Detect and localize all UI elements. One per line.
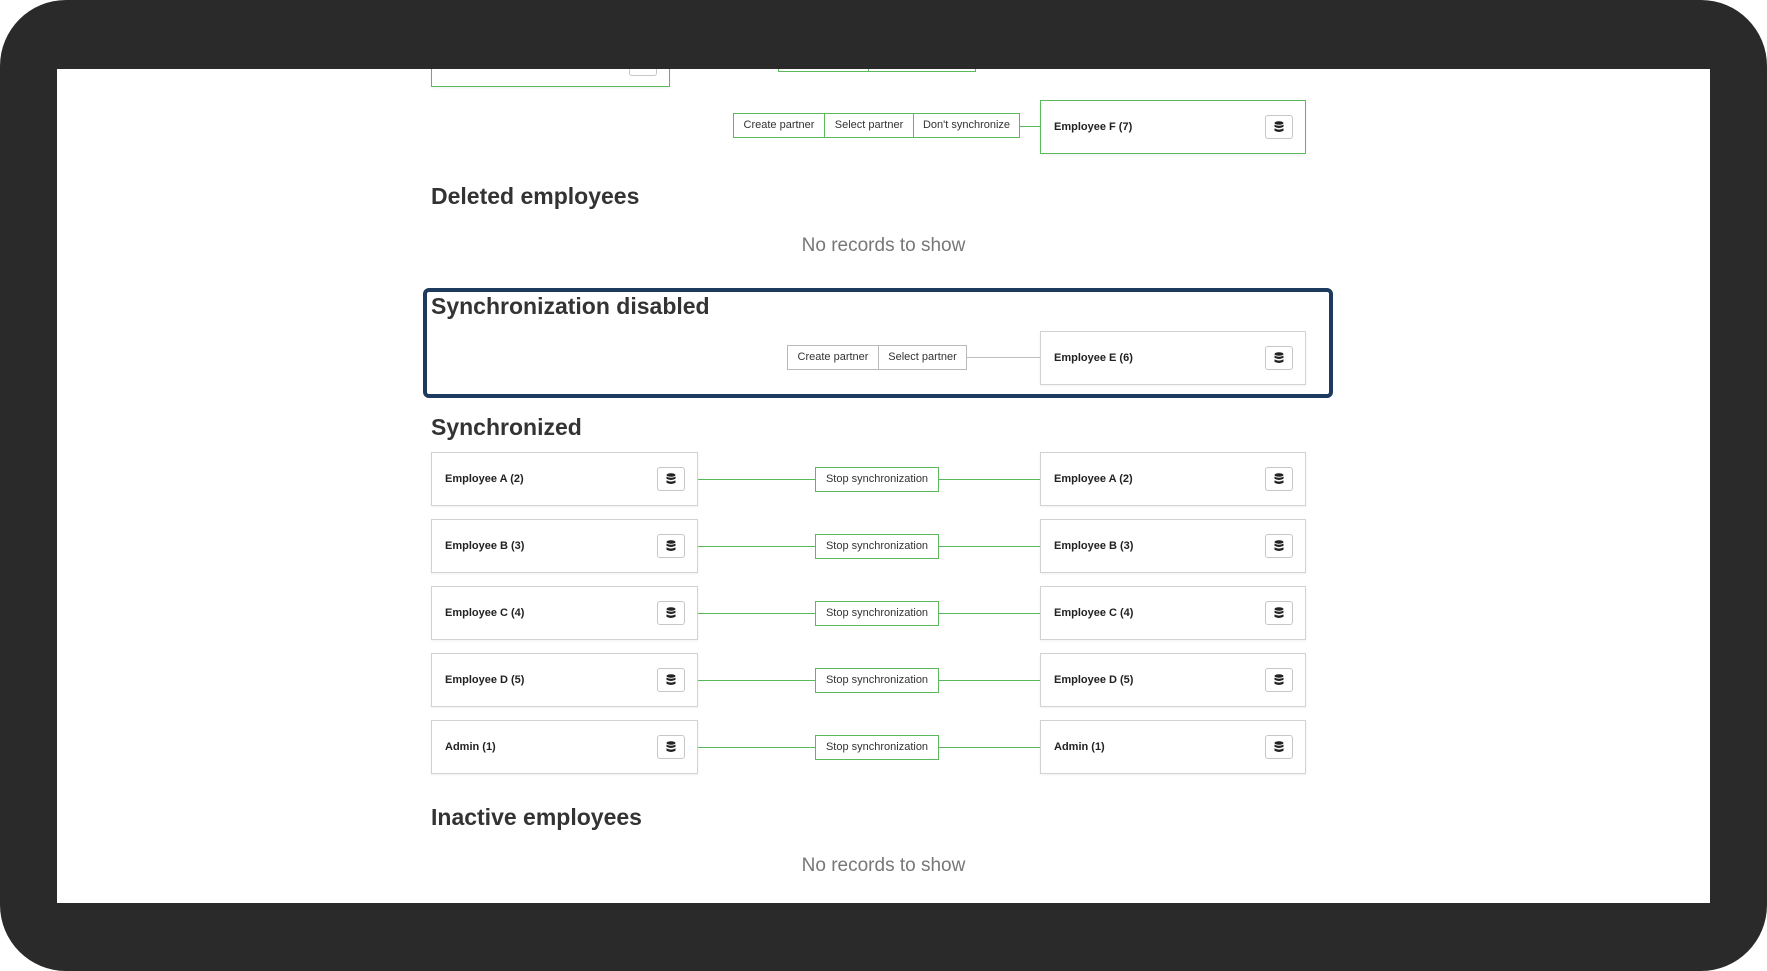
select-partner-button[interactable]: Select partner <box>878 345 967 370</box>
stop-synchronization-button[interactable]: Stop synchronization <box>815 735 939 760</box>
local-employee-card: Employee B (3) <box>431 519 698 573</box>
inactive-empty-message: No records to show <box>801 855 966 876</box>
remote-employee-card: Employee D (5) <box>1040 653 1306 707</box>
stop-synchronization-button[interactable]: Stop synchronization <box>815 668 939 693</box>
employee-name: Employee E (6) <box>1054 352 1133 364</box>
record-button[interactable] <box>1265 735 1293 759</box>
record-button[interactable] <box>629 69 657 76</box>
employee-name: Employee D (5) <box>445 674 525 686</box>
record-button[interactable] <box>1265 668 1293 692</box>
stop-synchronization-button[interactable]: Stop synchronization <box>815 601 939 626</box>
inactive-employees-title: Inactive employees <box>431 804 642 830</box>
employee-name: Employee A (2) <box>1054 473 1133 485</box>
stop-sync-group: Stop synchronization <box>815 534 939 559</box>
action-button-cutoff[interactable] <box>868 69 976 72</box>
connector-line <box>1020 126 1040 127</box>
remote-employee-card: Admin (1) <box>1040 720 1306 774</box>
database-icon <box>1274 121 1284 132</box>
stop-synchronization-button[interactable]: Stop synchronization <box>815 467 939 492</box>
deleted-employees-title: Deleted employees <box>431 183 640 209</box>
stop-sync-group: Stop synchronization <box>815 735 939 760</box>
local-employee-card: Admin (1) <box>431 720 698 774</box>
record-button[interactable] <box>657 534 685 558</box>
synchronized-title: Synchronized <box>431 414 582 440</box>
stop-synchronization-button[interactable]: Stop synchronization <box>815 534 939 559</box>
create-partner-button[interactable]: Create partner <box>787 345 878 370</box>
database-icon <box>1274 674 1284 685</box>
record-button[interactable] <box>1265 467 1293 491</box>
remote-employee-card: Employee B (3) <box>1040 519 1306 573</box>
remote-employee-card: Employee A (2) <box>1040 452 1306 506</box>
employee-name: Admin (1) <box>1054 741 1105 753</box>
stop-sync-group: Stop synchronization <box>815 601 939 626</box>
record-button[interactable] <box>1265 534 1293 558</box>
database-icon <box>1274 540 1284 551</box>
record-button[interactable] <box>1265 346 1293 370</box>
employee-e-actions: Create partner Select partner <box>787 345 967 370</box>
local-employee-card: Employee A (2) <box>431 452 698 506</box>
employee-f-actions: Create partner Select partner Don't sync… <box>733 113 1020 138</box>
employee-name: Employee D (5) <box>1054 674 1134 686</box>
local-employee-card: Employee C (4) <box>431 586 698 640</box>
employee-name: Employee F (7) <box>1054 121 1133 133</box>
employee-name: Employee C (4) <box>1054 607 1134 619</box>
deleted-empty-message: No records to show <box>801 235 966 256</box>
connector-line <box>967 357 1040 358</box>
stop-sync-group: Stop synchronization <box>815 467 939 492</box>
action-button-cutoff[interactable] <box>778 69 868 72</box>
device-bezel: Create partner Select partner Don't sync… <box>0 0 1767 971</box>
record-button[interactable] <box>1265 115 1293 139</box>
database-icon <box>1274 607 1284 618</box>
dont-synchronize-button[interactable]: Don't synchronize <box>913 113 1020 138</box>
record-button[interactable] <box>657 467 685 491</box>
employee-card: Employee F (7) <box>1040 100 1306 154</box>
sync-disabled-title: Synchronization disabled <box>431 293 710 319</box>
database-icon <box>666 607 676 618</box>
employee-name: Employee B (3) <box>1054 540 1134 552</box>
create-partner-button[interactable]: Create partner <box>733 113 824 138</box>
employee-name: Employee C (4) <box>445 607 525 619</box>
action-group-cutoff <box>778 69 976 72</box>
database-icon <box>666 540 676 551</box>
employee-card: Employee E (6) <box>1040 331 1306 385</box>
stop-sync-group: Stop synchronization <box>815 668 939 693</box>
local-employee-card: Employee D (5) <box>431 653 698 707</box>
employee-name: Admin (1) <box>445 741 496 753</box>
remote-employee-card: Employee C (4) <box>1040 586 1306 640</box>
employee-name: Employee A (2) <box>445 473 524 485</box>
database-icon <box>1274 473 1284 484</box>
record-button[interactable] <box>657 668 685 692</box>
employee-card-cutoff <box>431 69 670 87</box>
database-icon <box>666 473 676 484</box>
database-icon <box>666 674 676 685</box>
record-button[interactable] <box>657 601 685 625</box>
database-icon <box>1274 352 1284 363</box>
database-icon <box>666 741 676 752</box>
database-icon <box>1274 741 1284 752</box>
record-button[interactable] <box>1265 601 1293 625</box>
select-partner-button[interactable]: Select partner <box>824 113 913 138</box>
record-button[interactable] <box>657 735 685 759</box>
screen: Create partner Select partner Don't sync… <box>57 69 1710 903</box>
employee-name: Employee B (3) <box>445 540 525 552</box>
